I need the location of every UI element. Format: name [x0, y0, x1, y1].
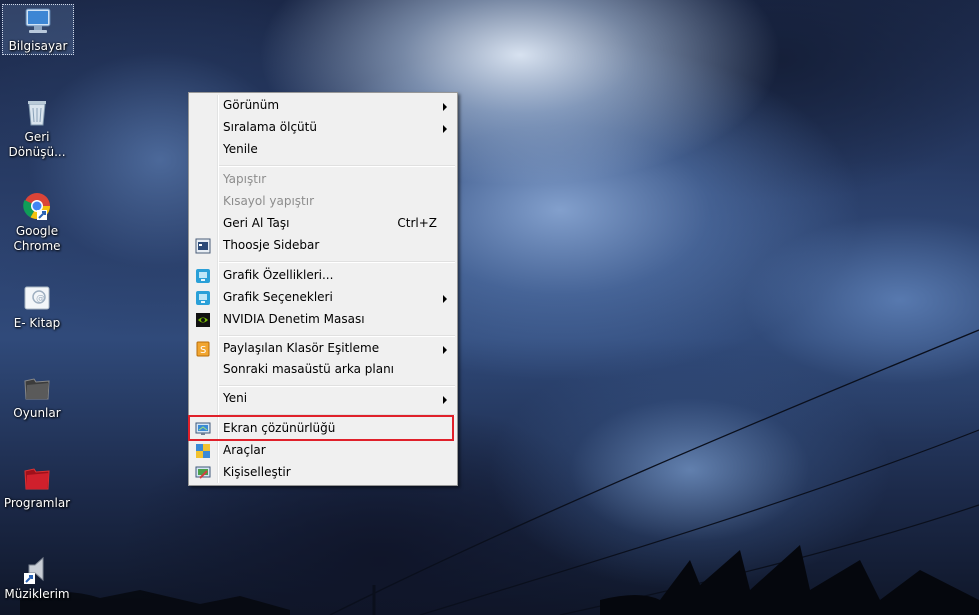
- menu-separator: [219, 385, 455, 387]
- sidebar-icon: [195, 238, 211, 254]
- recycle-bin-icon: [21, 96, 53, 128]
- submenu-arrow-icon: [443, 346, 447, 354]
- desktop-icon-label: Programlar: [3, 496, 71, 510]
- menu-separator: [219, 261, 455, 263]
- menu-item-refresh[interactable]: Yenile: [191, 139, 455, 161]
- desktop-icon-label: Müziklerim: [4, 587, 70, 601]
- computer-icon: [22, 5, 54, 37]
- power-lines-decoration: [20, 329, 979, 615]
- music-shortcut-icon: [21, 553, 53, 585]
- menu-item-graphics-properties[interactable]: Grafik Özellikleri...: [191, 265, 455, 287]
- menu-item-view[interactable]: Görünüm: [191, 95, 455, 117]
- desktop-icon-recycle-bin[interactable]: Geri Dönüşü...: [2, 96, 72, 160]
- personalize-icon: [195, 465, 211, 481]
- menu-item-paste-shortcut[interactable]: Kısayol yapıştır: [191, 191, 455, 213]
- svg-text:S: S: [200, 345, 206, 356]
- programs-folder-icon: [21, 462, 53, 494]
- ebook-folder-icon: @: [21, 282, 53, 314]
- menu-item-personalize[interactable]: Kişiselleştir: [191, 462, 455, 484]
- desktop-icon-label: Bilgisayar: [8, 39, 68, 53]
- menu-separator: [219, 165, 455, 167]
- desktop-background[interactable]: [0, 0, 979, 615]
- highlight-annotation-box: [188, 415, 454, 441]
- shortcut-label: Ctrl+Z: [397, 216, 437, 230]
- menu-item-new[interactable]: Yeni: [191, 388, 455, 410]
- menu-item-sort-by[interactable]: Sıralama ölçütü: [191, 117, 455, 139]
- menu-item-shared-folder-sync[interactable]: S Paylaşılan Klasör Eşitleme: [191, 338, 455, 360]
- graphics-options-icon: [195, 290, 211, 306]
- menu-item-nvidia-control-panel[interactable]: NVIDIA Denetim Masası: [191, 309, 455, 331]
- menu-item-paste[interactable]: Yapıştır: [191, 169, 455, 191]
- shared-folder-sync-icon: S: [195, 341, 211, 357]
- desktop-icon-computer[interactable]: Bilgisayar: [2, 4, 74, 55]
- menu-item-undo-move[interactable]: Geri Al Taşı Ctrl+Z: [191, 213, 455, 235]
- chrome-icon: [21, 190, 53, 222]
- tools-icon: [195, 443, 211, 459]
- menu-item-next-desktop-background[interactable]: Sonraki masaüstü arka planı: [191, 359, 455, 381]
- desktop-icon-label: E- Kitap: [13, 316, 61, 330]
- menu-separator: [219, 335, 455, 337]
- graphics-properties-icon: [195, 268, 211, 284]
- submenu-arrow-icon: [443, 396, 447, 404]
- desktop-icon-programs[interactable]: Programlar: [2, 462, 72, 511]
- desktop-icon-label: Oyunlar: [13, 406, 61, 420]
- desktop-icon-label: Google Chrome: [13, 224, 61, 253]
- submenu-arrow-icon: [443, 295, 447, 303]
- desktop-icon-music[interactable]: Müziklerim: [2, 553, 72, 602]
- desktop-icon-games[interactable]: Oyunlar: [2, 372, 72, 421]
- menu-item-tools[interactable]: Araçlar: [191, 440, 455, 462]
- desktop-icon-label: Geri Dönüşü...: [8, 130, 66, 159]
- nvidia-icon: [195, 312, 211, 328]
- svg-text:@: @: [36, 294, 45, 304]
- desktop-icon-chrome[interactable]: Google Chrome: [2, 190, 72, 254]
- submenu-arrow-icon: [443, 125, 447, 133]
- desktop-icon-ebook[interactable]: @ E- Kitap: [2, 282, 72, 331]
- submenu-arrow-icon: [443, 103, 447, 111]
- menu-item-graphics-options[interactable]: Grafik Seçenekleri: [191, 287, 455, 309]
- menu-item-thoosje-sidebar[interactable]: Thoosje Sidebar: [191, 235, 455, 257]
- games-folder-icon: [21, 372, 53, 404]
